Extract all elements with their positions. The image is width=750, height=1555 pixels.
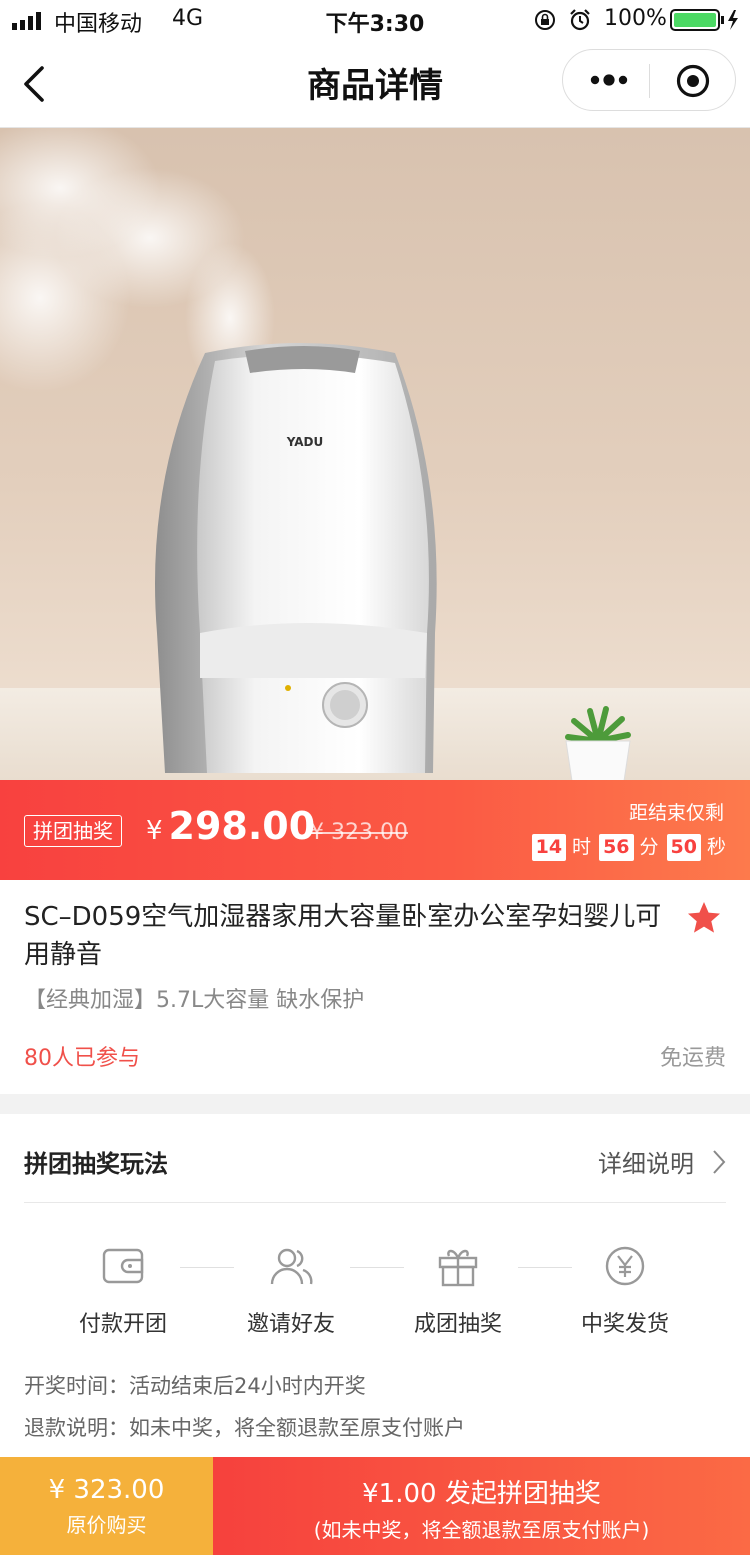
lottery-rules-section: 拼团抽奖玩法 详细说明 付款开团 邀请好友 成团抽奖 中奖发货 开奖时间：活动结… [0, 1114, 750, 1457]
minutes-unit: 分 [639, 836, 659, 858]
step-label: 成团抽奖 [413, 1312, 502, 1337]
step-ship: 中奖发货 [550, 1244, 700, 1338]
rotation-lock-icon [535, 10, 555, 30]
group-buy-note: (如未中奖，将全额退款至原支付账户) [313, 1518, 650, 1542]
participants-count: 80人已参与 [24, 1046, 140, 1071]
bottom-action-bar: ¥ 323.00 原价购买 ¥1.00 发起拼团抽奖 (如未中奖，将全额退款至原… [0, 1457, 750, 1555]
product-image[interactable]: YADU [0, 128, 750, 780]
yen-coin-icon [605, 1246, 645, 1286]
page: 中国移动 4G 下午3:30 100% 商品详情 YADU 拼团抽奖 ¥ 298… [0, 0, 750, 1555]
refund-note: 退款说明：如未中奖，将全额退款至原支付账户 [24, 1416, 465, 1440]
countdown-timer: 14 时 56 分 50 秒 [531, 832, 726, 861]
price-bar: 拼团抽奖 ¥298.00 ¥ 323.00 距结束仅剩 14 时 56 分 50 秒 [0, 780, 750, 880]
hours-unit: 时 [572, 836, 592, 858]
buy-original-button[interactable]: ¥ 323.00 原价购买 [0, 1457, 213, 1555]
mini-program-capsule [562, 49, 736, 111]
product-title: SC–D059空气加湿器家用大容量卧室办公室孕妇婴儿可用静音 [24, 902, 662, 970]
product-subtitle: 【经典加湿】5.7L大容量 缺水保护 [24, 988, 365, 1013]
step-invite: 邀请好友 [216, 1244, 366, 1338]
nav-bar: 商品详情 [0, 40, 750, 128]
countdown-label: 距结束仅剩 [628, 802, 724, 824]
shipping-info: 免运费 [659, 1046, 726, 1071]
alarm-icon [570, 9, 590, 31]
battery-percent: 100% [604, 6, 667, 31]
original-price: ¥ 323.00 [310, 820, 408, 845]
users-icon [270, 1248, 313, 1285]
draw-time-note: 开奖时间：活动结束后24小时内开奖 [24, 1374, 366, 1398]
original-buy-label: 原价购买 [66, 1513, 147, 1537]
chevron-right-icon[interactable] [710, 1148, 728, 1176]
rules-detail-link[interactable]: 详细说明 [598, 1144, 694, 1179]
svg-text:YADU: YADU [286, 435, 324, 449]
star-icon[interactable] [686, 900, 722, 936]
countdown-seconds: 50 [666, 834, 701, 861]
seconds-unit: 秒 [706, 836, 726, 858]
step-draw: 成团抽奖 [383, 1244, 533, 1338]
wallet-icon [102, 1248, 144, 1284]
battery-icon [670, 9, 738, 31]
group-lottery-tag: 拼团抽奖 [24, 815, 122, 847]
step-pay: 付款开团 [48, 1244, 198, 1338]
humidifier-illustration: YADU [155, 343, 437, 773]
original-buy-price: ¥ 323.00 [48, 1475, 165, 1505]
countdown-minutes: 56 [599, 834, 634, 861]
rules-title: 拼团抽奖玩法 [24, 1150, 168, 1178]
step-label: 中奖发货 [580, 1312, 669, 1337]
group-buy-price: ¥1.00 发起拼团抽奖 [362, 1479, 601, 1509]
step-label: 邀请好友 [246, 1312, 335, 1337]
start-group-lottery-button[interactable]: ¥1.00 发起拼团抽奖 (如未中奖，将全额退款至原支付账户) [213, 1457, 750, 1555]
close-mini-program-icon[interactable] [675, 63, 711, 99]
currency-symbol: ¥ [146, 816, 163, 846]
capsule-divider [649, 64, 650, 98]
more-dots-icon[interactable] [589, 70, 629, 90]
current-price: ¥298.00 [146, 804, 315, 848]
gift-icon [438, 1249, 478, 1287]
countdown-hours: 14 [531, 834, 567, 861]
product-info: SC–D059空气加湿器家用大容量卧室办公室孕妇婴儿可用静音 【经典加湿】5.7… [0, 880, 750, 1094]
status-bar: 中国移动 4G 下午3:30 100% [0, 0, 750, 40]
step-label: 付款开团 [78, 1312, 167, 1337]
price-value: 298.00 [168, 804, 316, 848]
divider [24, 1202, 726, 1203]
plant-illustration [565, 706, 631, 780]
